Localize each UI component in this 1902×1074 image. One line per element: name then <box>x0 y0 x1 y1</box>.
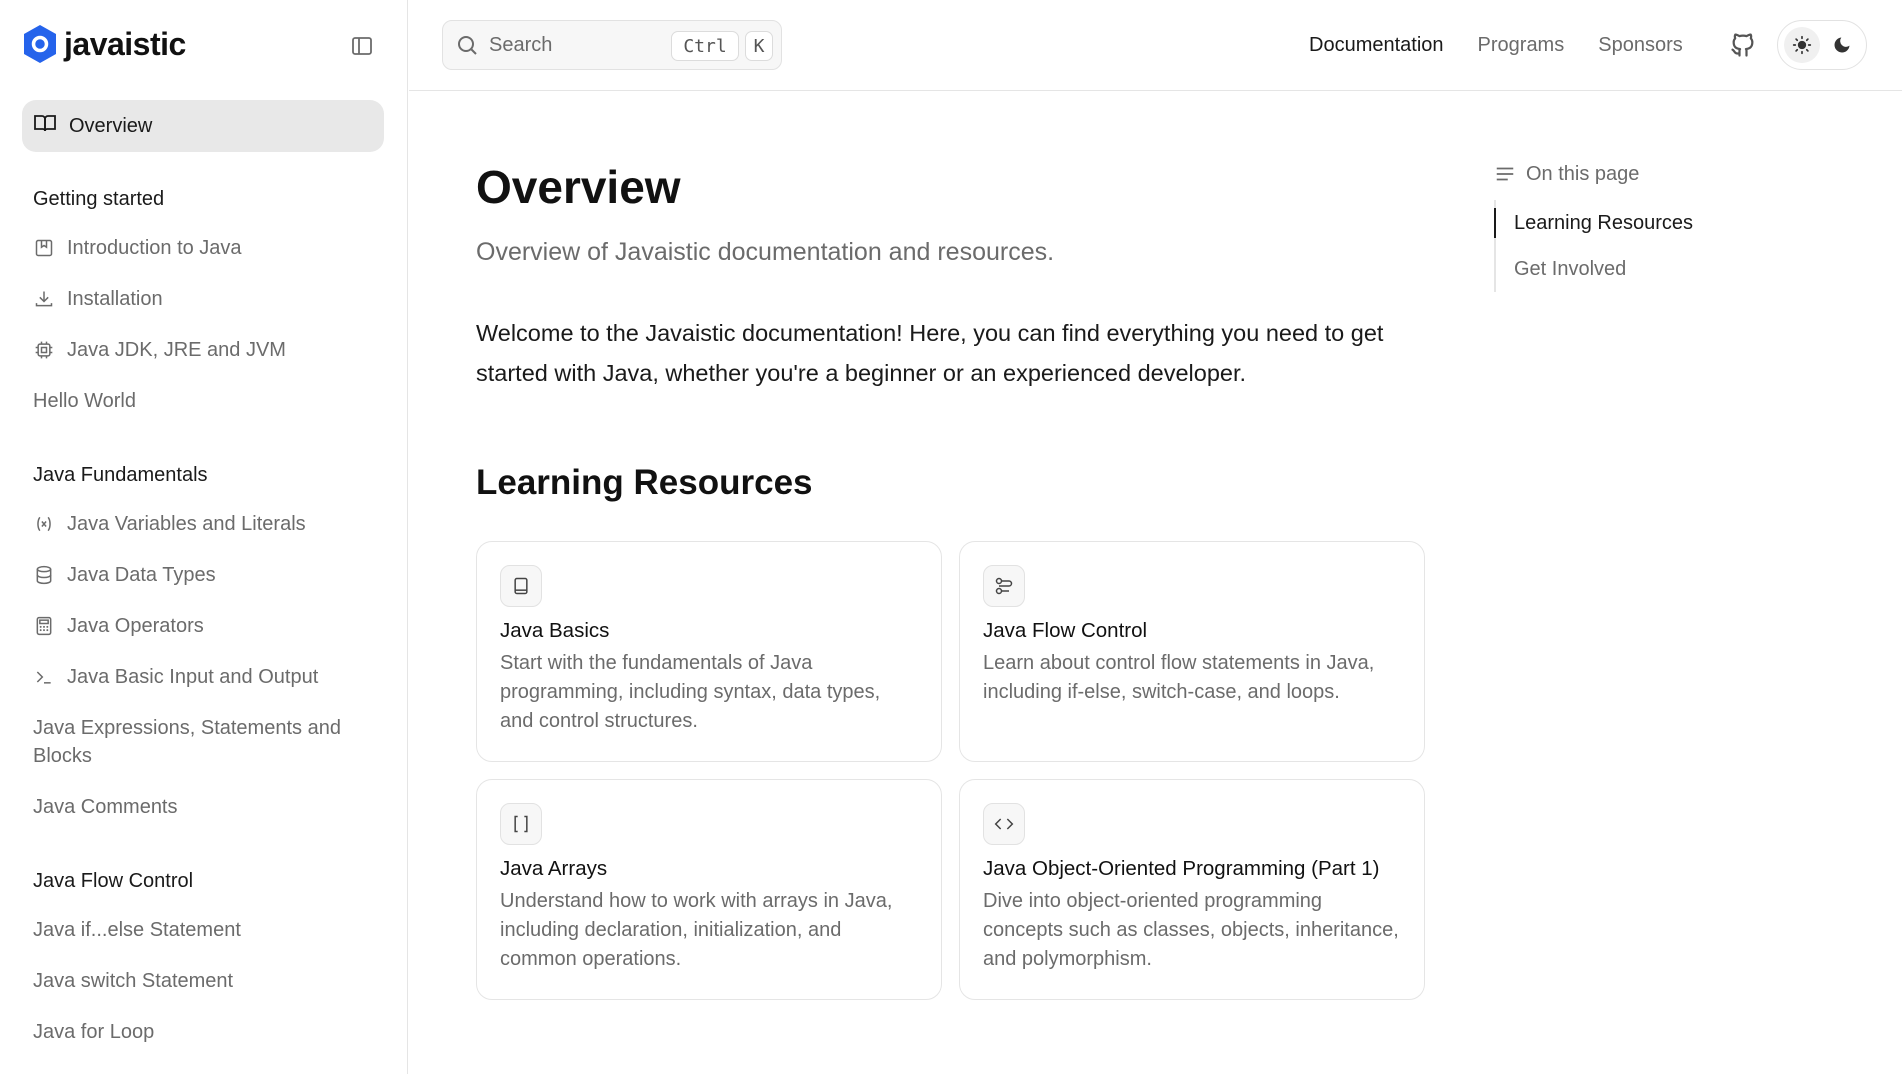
sidebar-item-label: Overview <box>69 114 153 137</box>
sidebar-item-jdk-jre-jvm[interactable]: Java JDK, JRE and JVM <box>22 326 384 377</box>
nav-group-title: Java Flow Control <box>33 869 194 892</box>
brackets-icon <box>500 803 542 845</box>
toc-item-learning-resources[interactable]: Learning Resources <box>1494 200 1854 246</box>
book-open-icon <box>33 111 57 141</box>
calculator-icon <box>33 612 55 640</box>
logo-text: javaistic <box>64 25 186 62</box>
logo[interactable]: javaistic <box>22 24 186 64</box>
sidebar: javaistic Overview Getting started Intro… <box>0 0 408 1074</box>
sidebar-item-introduction[interactable]: Introduction to Java <box>22 224 384 275</box>
sidebar-item-comments[interactable]: Java Comments <box>22 783 384 834</box>
card-description: Learn about control flow statements in J… <box>983 652 1375 703</box>
card-java-basics[interactable]: Java Basics Start with the fundamentals … <box>476 541 942 762</box>
card-title: Java Arrays <box>500 857 608 880</box>
sidebar-item-label: Java if...else Statement <box>33 919 241 941</box>
search-icon <box>458 36 477 55</box>
sidebar-item-installation[interactable]: Installation <box>22 275 384 326</box>
top-nav: Documentation Programs Sponsors <box>1309 31 1717 59</box>
nav-link-documentation[interactable]: Documentation <box>1309 31 1444 59</box>
search-input[interactable] <box>489 33 659 57</box>
sidebar-item-for-loop[interactable]: Java for Loop <box>22 1008 384 1059</box>
page-description: Overview of Javaistic documentation and … <box>476 238 1055 266</box>
nav-group-title: Getting started <box>33 187 165 210</box>
database-icon <box>33 561 55 589</box>
sun-icon <box>1792 35 1812 55</box>
sidebar-item-data-types[interactable]: Java Data Types <box>22 551 384 602</box>
flow-icon <box>983 565 1025 607</box>
card-java-oop[interactable]: Java Object-Oriented Programming (Part 1… <box>959 779 1425 1000</box>
search-box[interactable]: Ctrl K <box>442 20 782 70</box>
sidebar-item-label: Java for Loop <box>33 1021 155 1043</box>
table-of-contents: On this page Learning Resources Get Invo… <box>1494 158 1854 292</box>
nav-group-title: Java Fundamentals <box>33 463 208 486</box>
sidebar-item-label: Java Operators <box>67 615 204 637</box>
toc-heading: On this page <box>1494 158 1854 190</box>
nav-link-sponsors[interactable]: Sponsors <box>1598 31 1683 59</box>
sidebar-item-label: Java JDK, JRE and JVM <box>67 339 286 361</box>
sidebar-item-label: Java Expressions, Statements and Blocks <box>33 717 341 767</box>
card-description: Start with the fundamentals of Java prog… <box>500 652 881 732</box>
nav-group-java-fundamentals: Java Fundamentals Java Variables and Lit… <box>22 450 384 834</box>
card-title: Java Flow Control <box>983 619 1148 642</box>
card-title: Java Basics <box>500 619 610 642</box>
sidebar-item-label: Hello World <box>33 390 136 412</box>
card-java-flow-control[interactable]: Java Flow Control Learn about control fl… <box>959 541 1425 762</box>
sidebar-item-expressions[interactable]: Java Expressions, Statements and Blocks <box>22 704 384 783</box>
card-title: Java Object-Oriented Programming (Part 1… <box>983 857 1380 880</box>
card-description: Dive into object-oriented programming co… <box>983 890 1399 970</box>
kbd-k: K <box>745 31 773 61</box>
sidebar-item-label: Java switch Statement <box>33 970 234 992</box>
sidebar-item-if-else[interactable]: Java if...else Statement <box>22 906 384 957</box>
sidebar-item-overview[interactable]: Overview <box>22 100 384 152</box>
sidebar-item-label: Java Variables and Literals <box>67 513 306 535</box>
sidebar-item-label: Java Comments <box>33 796 178 818</box>
sidebar-toggle-icon[interactable] <box>349 33 375 59</box>
sidebar-item-label: Introduction to Java <box>67 237 242 259</box>
section-title-learning-resources: Learning Resources <box>476 463 813 502</box>
light-theme-button[interactable] <box>1784 27 1820 63</box>
sidebar-nav: Overview Getting started Introduction to… <box>22 100 384 1059</box>
sidebar-item-variables[interactable]: Java Variables and Literals <box>22 500 384 551</box>
nav-link-programs[interactable]: Programs <box>1478 31 1565 59</box>
variable-icon <box>33 510 55 538</box>
sidebar-item-input-output[interactable]: Java Basic Input and Output <box>22 653 384 704</box>
intro-paragraph: Welcome to the Javaistic documentation! … <box>476 320 1384 386</box>
logo-hexagon-icon <box>24 25 56 63</box>
code-icon <box>983 803 1025 845</box>
card-description: Understand how to work with arrays in Ja… <box>500 890 893 970</box>
download-icon <box>33 285 55 313</box>
toc-list: Learning Resources Get Involved <box>1494 200 1854 292</box>
book-icon <box>500 565 542 607</box>
sidebar-item-hello-world[interactable]: Hello World <box>22 377 384 428</box>
text-align-left-icon <box>1496 167 1514 181</box>
page-title: Overview <box>476 161 681 213</box>
sidebar-item-operators[interactable]: Java Operators <box>22 602 384 653</box>
moon-icon <box>1834 37 1850 53</box>
card-java-arrays[interactable]: Java Arrays Understand how to work with … <box>476 779 942 1000</box>
sidebar-item-label: Java Data Types <box>67 564 216 586</box>
sidebar-item-label: Java Basic Input and Output <box>67 666 319 688</box>
sidebar-item-label: Installation <box>67 288 163 310</box>
toc-item-get-involved[interactable]: Get Involved <box>1496 246 1854 292</box>
cpu-icon <box>33 336 55 364</box>
top-header: Ctrl K Documentation Programs Sponsors <box>409 0 1902 91</box>
kbd-ctrl: Ctrl <box>671 31 739 61</box>
github-icon[interactable] <box>1729 31 1757 59</box>
sidebar-item-switch[interactable]: Java switch Statement <box>22 957 384 1008</box>
theme-toggle <box>1777 20 1867 70</box>
toc-heading-label: On this page <box>1526 162 1640 185</box>
nav-group-getting-started: Getting started Introduction to Java Ins… <box>22 174 384 428</box>
terminal-icon <box>33 663 55 691</box>
bookmark-book-icon <box>33 234 55 262</box>
nav-group-flow-control: Java Flow Control Java if...else Stateme… <box>22 856 384 1059</box>
dark-theme-button[interactable] <box>1824 27 1860 63</box>
